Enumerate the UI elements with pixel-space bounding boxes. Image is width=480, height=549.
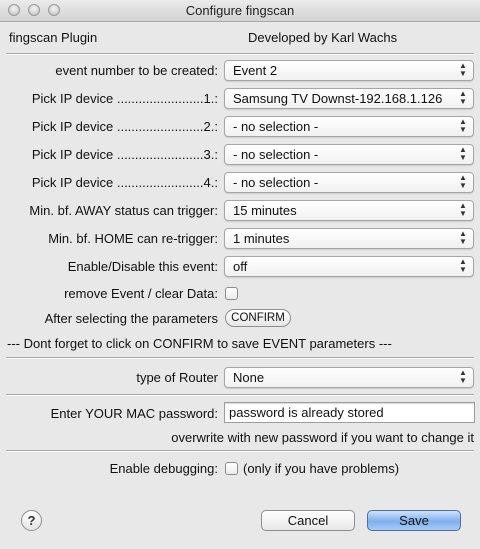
mac-password-field[interactable]: password is already stored: [224, 402, 475, 423]
separator: [6, 357, 474, 359]
up-down-arrows-icon: ▲ ▼: [459, 61, 467, 78]
ip-device-3-value: - no selection -: [233, 147, 319, 162]
developer-credit: Developed by Karl Wachs: [248, 30, 398, 45]
remove-event-checkbox[interactable]: [225, 287, 238, 300]
up-down-arrows-icon: ▲ ▼: [459, 117, 467, 134]
enable-event-value: off: [233, 259, 248, 274]
debugging-checkbox[interactable]: [225, 462, 238, 475]
separator: [6, 53, 474, 55]
plugin-name: fingscan Plugin: [9, 30, 98, 45]
ip-device-1-popup[interactable]: Samsung TV Downst-192.168.1.126 ▲ ▼: [224, 88, 474, 109]
separator: [6, 450, 474, 452]
ip-device-4-value: - no selection -: [233, 175, 319, 190]
away-trigger-value: 15 minutes: [233, 203, 297, 218]
ip-device-2-value: - no selection -: [233, 119, 319, 134]
away-trigger-popup[interactable]: 15 minutes ▲ ▼: [224, 200, 474, 221]
away-trigger-label: Min. bf. AWAY status can trigger:: [29, 203, 218, 218]
ip-device-1-label: Pick IP device ........................1…: [31, 91, 218, 106]
help-button[interactable]: ?: [21, 510, 42, 531]
mac-password-hint: overwrite with new password if you want …: [171, 430, 474, 445]
router-type-label: type of Router: [136, 370, 218, 385]
save-button[interactable]: Save: [367, 510, 461, 531]
up-down-arrows-icon: ▲ ▼: [459, 368, 467, 385]
event-number-value: Event 2: [233, 63, 278, 78]
mac-password-label: Enter YOUR MAC password:: [50, 406, 218, 421]
router-type-value: None: [233, 370, 265, 385]
cancel-button[interactable]: Cancel: [261, 510, 355, 531]
debugging-note: (only if you have problems): [243, 461, 400, 476]
ip-device-2-popup[interactable]: - no selection - ▲ ▼: [224, 116, 474, 137]
event-number-popup[interactable]: Event 2 ▲ ▼: [224, 60, 474, 81]
home-retrigger-popup[interactable]: 1 minutes ▲ ▼: [224, 228, 474, 249]
ip-device-3-popup[interactable]: - no selection - ▲ ▼: [224, 144, 474, 165]
ip-device-2-label: Pick IP device ........................2…: [31, 119, 218, 134]
up-down-arrows-icon: ▲ ▼: [459, 173, 467, 190]
separator: [6, 394, 474, 396]
home-retrigger-label: Min. bf. HOME can re-trigger:: [48, 231, 218, 246]
up-down-arrows-icon: ▲ ▼: [459, 229, 467, 246]
up-down-arrows-icon: ▲ ▼: [459, 145, 467, 162]
confirm-reminder-text: --- Dont forget to click on CONFIRM to s…: [7, 336, 392, 351]
event-number-label: event number to be created:: [55, 63, 218, 78]
up-down-arrows-icon: ▲ ▼: [459, 89, 467, 106]
confirm-button[interactable]: CONFIRM: [225, 309, 291, 327]
router-type-popup[interactable]: None ▲ ▼: [224, 367, 474, 388]
enable-event-label: Enable/Disable this event:: [67, 259, 218, 274]
after-selecting-label: After selecting the parameters: [44, 311, 218, 326]
remove-event-label: remove Event / clear Data:: [64, 286, 218, 301]
enable-event-popup[interactable]: off ▲ ▼: [224, 256, 474, 277]
up-down-arrows-icon: ▲ ▼: [459, 201, 467, 218]
ip-device-4-label: Pick IP device ........................4…: [31, 175, 218, 190]
ip-device-1-value: Samsung TV Downst-192.168.1.126: [233, 91, 443, 106]
ip-device-4-popup[interactable]: - no selection - ▲ ▼: [224, 172, 474, 193]
home-retrigger-value: 1 minutes: [233, 231, 290, 246]
up-down-arrows-icon: ▲ ▼: [459, 257, 467, 274]
title-bar: Configure fingscan: [0, 0, 480, 22]
ip-device-3-label: Pick IP device ........................3…: [31, 147, 218, 162]
debugging-label: Enable debugging:: [109, 461, 218, 476]
window-title: Configure fingscan: [185, 3, 295, 18]
